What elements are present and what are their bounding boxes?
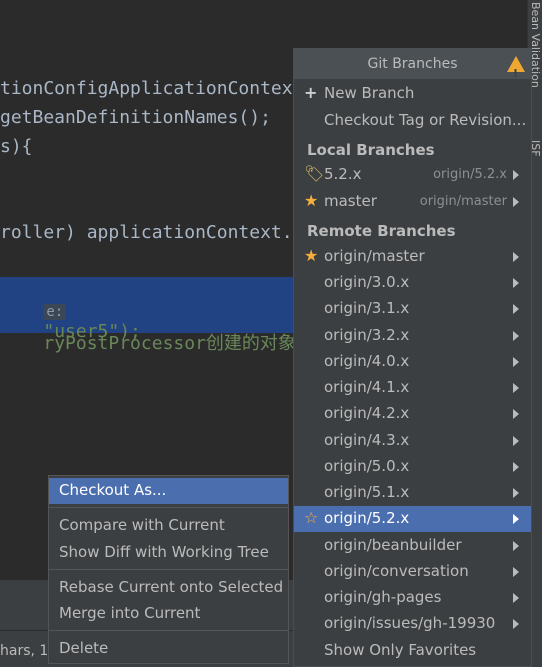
- chevron-right-icon: [513, 593, 519, 603]
- popup-title-label: Git Branches: [367, 56, 458, 72]
- branch-label: origin/5.1.x: [324, 483, 410, 501]
- compare-with-current-item[interactable]: Compare with Current: [49, 513, 288, 539]
- branch-label: origin/4.2.x: [324, 404, 410, 422]
- branch-label: origin/beanbuilder: [324, 536, 462, 554]
- chevron-right-icon: [513, 619, 519, 629]
- branch-item-remote[interactable]: origin/5.0.x: [294, 454, 531, 480]
- show-only-favorites-label: Show Only Favorites: [324, 641, 477, 659]
- branch-label: origin/3.0.x: [324, 273, 410, 291]
- star-outline-icon[interactable]: ☆: [304, 508, 318, 527]
- branch-label: origin/3.2.x: [324, 326, 410, 344]
- chevron-right-icon: [513, 514, 519, 524]
- new-branch-item[interactable]: + New Branch: [294, 81, 531, 107]
- show-only-favorites-item[interactable]: Show Only Favorites: [294, 638, 531, 664]
- chevron-right-icon: [513, 197, 519, 207]
- branch-item-remote[interactable]: origin/gh-pages: [294, 585, 531, 611]
- branch-item-remote[interactable]: origin/3.2.x: [294, 323, 531, 349]
- branch-label: origin/4.1.x: [324, 378, 410, 396]
- star-icon[interactable]: ★: [304, 246, 318, 265]
- branch-item-remote[interactable]: origin/4.3.x: [294, 428, 531, 454]
- branch-item-local-master[interactable]: ★ master origin/master: [294, 189, 531, 215]
- star-icon[interactable]: ★: [304, 191, 318, 210]
- branch-context-menu: Checkout As... Compare with Current Show…: [48, 475, 289, 664]
- string-literal: ryPostProcessor创建的对象: ": [43, 333, 329, 354]
- branch-label: 5.2.x: [324, 165, 362, 183]
- branch-item-remote[interactable]: origin/4.1.x: [294, 375, 531, 401]
- tag-icon: 🏷︎: [304, 164, 325, 183]
- chevron-right-icon: [513, 383, 519, 393]
- branch-item-local-5-2-x[interactable]: 🏷︎ 5.2.x origin/5.2.x: [294, 162, 531, 188]
- branch-item-remote[interactable]: origin/5.1.x: [294, 480, 531, 506]
- branch-label: origin/master: [324, 247, 425, 265]
- menu-item-label: Checkout As...: [59, 481, 167, 499]
- chevron-right-icon: [513, 357, 519, 367]
- menu-divider: [49, 630, 288, 631]
- chevron-right-icon: [513, 252, 519, 262]
- checkout-as-item[interactable]: Checkout As...: [49, 478, 288, 504]
- chevron-right-icon: [513, 170, 519, 180]
- branch-label: origin/conversation: [324, 562, 469, 580]
- branch-label: origin/gh-pages: [324, 588, 442, 606]
- code-line: s){: [0, 136, 33, 157]
- tracking-branch: origin/master: [419, 194, 507, 209]
- code-line: roller) applicationContext.: [0, 222, 293, 243]
- branch-item-remote[interactable]: origin/beanbuilder: [294, 533, 531, 559]
- rebase-item[interactable]: Rebase Current onto Selected: [49, 575, 288, 601]
- chevron-right-icon: [513, 409, 519, 419]
- branch-item-remote[interactable]: origin/3.1.x: [294, 296, 531, 322]
- code-line: getBeanDefinitionNames();: [0, 107, 271, 128]
- menu-item-label: Show Diff with Working Tree: [59, 543, 269, 561]
- branch-item-remote-selected[interactable]: ☆ origin/5.2.x: [294, 506, 531, 532]
- checkout-tag-label: Checkout Tag or Revision...: [324, 111, 527, 129]
- branch-item-remote[interactable]: origin/issues/gh-19930: [294, 611, 531, 637]
- branch-label: origin/4.3.x: [324, 431, 410, 449]
- delete-item[interactable]: Delete: [49, 636, 288, 662]
- menu-divider: [49, 507, 288, 508]
- menu-item-label: Compare with Current: [59, 516, 225, 534]
- new-branch-label: New Branch: [324, 84, 415, 102]
- branch-item-remote[interactable]: ★ origin/master: [294, 244, 531, 270]
- chevron-right-icon: [513, 278, 519, 288]
- remote-branches-header: Remote Branches: [294, 219, 531, 245]
- branch-item-remote[interactable]: origin/4.2.x: [294, 401, 531, 427]
- branch-item-remote[interactable]: origin/4.0.x: [294, 349, 531, 375]
- local-branches-header: Local Branches: [294, 138, 531, 164]
- chevron-right-icon: [513, 462, 519, 472]
- menu-item-label: Rebase Current onto Selected: [59, 578, 284, 596]
- warning-icon[interactable]: !: [507, 56, 525, 80]
- menu-divider: [49, 569, 288, 570]
- plus-icon: +: [304, 83, 318, 102]
- menu-item-label: Merge into Current: [59, 604, 201, 622]
- code-line: tionConfigApplicationContex: [0, 78, 293, 99]
- git-branches-popup: Git Branches ! + New Branch Checkout Tag…: [293, 48, 532, 667]
- code-line: ryPostProcessor创建的对象: ": [0, 308, 328, 376]
- branch-label: origin/issues/gh-19930: [324, 614, 496, 632]
- chevron-right-icon: [513, 304, 519, 314]
- branch-item-remote[interactable]: origin/conversation: [294, 559, 531, 585]
- show-diff-item[interactable]: Show Diff with Working Tree: [49, 540, 288, 566]
- branch-label: origin/5.0.x: [324, 457, 410, 475]
- chevron-right-icon: [513, 488, 519, 498]
- branch-label: origin/5.2.x: [324, 509, 410, 527]
- chevron-right-icon: [513, 331, 519, 341]
- tracking-branch: origin/5.2.x: [433, 167, 507, 182]
- chevron-right-icon: [513, 436, 519, 446]
- local-branches-heading: Local Branches: [307, 141, 435, 159]
- chevron-right-icon: [513, 541, 519, 551]
- branch-label: origin/3.1.x: [324, 299, 410, 317]
- merge-item[interactable]: Merge into Current: [49, 601, 288, 627]
- branch-item-remote[interactable]: origin/3.0.x: [294, 270, 531, 296]
- remote-branches-heading: Remote Branches: [307, 222, 456, 240]
- chevron-right-icon: [513, 567, 519, 577]
- menu-item-label: Delete: [59, 639, 109, 657]
- branch-label: origin/4.0.x: [324, 352, 410, 370]
- branch-label: master: [324, 192, 377, 210]
- popup-title: Git Branches !: [294, 49, 531, 80]
- checkout-tag-item[interactable]: Checkout Tag or Revision...: [294, 108, 531, 134]
